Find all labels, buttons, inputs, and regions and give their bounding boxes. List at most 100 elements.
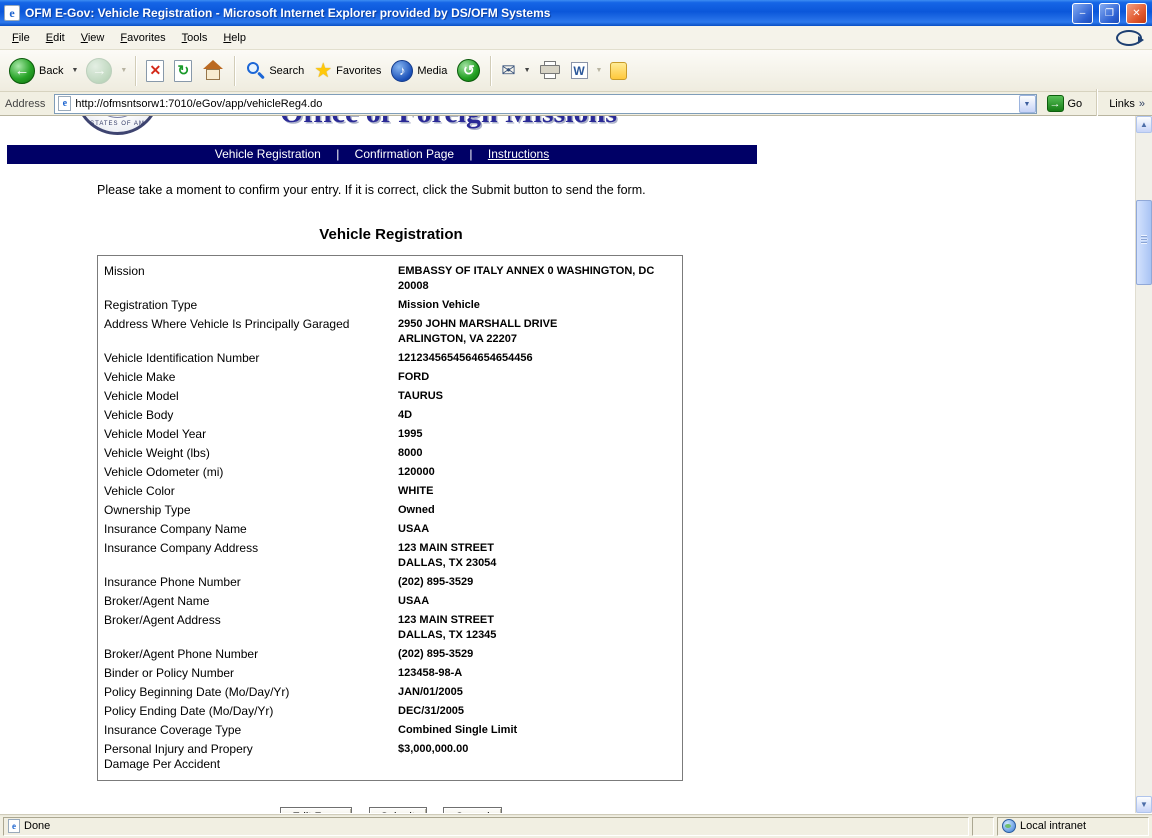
- back-button[interactable]: ← Back: [5, 55, 67, 87]
- scrollbar-track[interactable]: [1136, 133, 1152, 796]
- favorites-label: Favorites: [336, 65, 381, 77]
- status-spacer-panel: [972, 817, 994, 836]
- field-label: Policy Beginning Date (Mo/Day/Yr): [98, 685, 398, 700]
- address-url[interactable]: http://ofmsntsorw1:7010/eGov/app/vehicle…: [75, 98, 1014, 110]
- field-value: 120000: [398, 465, 682, 480]
- status-bar: e Done Local intranet: [0, 813, 1152, 838]
- stop-button[interactable]: ✕: [142, 57, 168, 85]
- forward-dropdown-icon[interactable]: ▼: [118, 67, 129, 74]
- table-row: Vehicle Body 4D: [98, 406, 682, 425]
- web-page: STATES OF AM Office of Foreign Missions …: [0, 116, 1135, 813]
- table-row: Insurance Phone Number (202) 895-3529: [98, 573, 682, 592]
- field-label: Vehicle Model: [98, 389, 398, 404]
- form-actions: Edit Form Submit Cancel: [0, 807, 782, 813]
- menu-item-view[interactable]: View: [73, 28, 113, 48]
- field-value: JAN/01/2005: [398, 685, 682, 700]
- search-icon: [245, 61, 265, 81]
- field-value: EMBASSY OF ITALY ANNEX 0 WASHINGTON, DC …: [398, 264, 682, 294]
- menu-item-favorites[interactable]: Favorites: [112, 28, 173, 48]
- history-button[interactable]: ↺: [453, 56, 484, 85]
- field-label: Registration Type: [98, 298, 398, 313]
- word-dropdown-icon: ▼: [594, 67, 605, 74]
- chevron-expand-icon[interactable]: »: [1139, 98, 1145, 110]
- table-row: Binder or Policy Number 123458-98-A: [98, 664, 682, 683]
- field-label: Insurance Phone Number: [98, 575, 398, 590]
- refresh-button[interactable]: ↻: [170, 57, 196, 85]
- site-title: Office of Foreign Missions: [280, 116, 617, 130]
- address-input[interactable]: e http://ofmsntsorw1:7010/eGov/app/vehic…: [54, 94, 1036, 114]
- minimize-button[interactable]: –: [1072, 3, 1093, 24]
- print-button[interactable]: [535, 58, 565, 83]
- field-label: Broker/Agent Name: [98, 594, 398, 609]
- close-button[interactable]: ✕: [1126, 3, 1147, 24]
- nav-item-confirmation-page[interactable]: Confirmation Page: [355, 147, 454, 161]
- messenger-button[interactable]: [606, 59, 631, 83]
- home-button[interactable]: [198, 57, 228, 84]
- refresh-icon: ↻: [174, 60, 192, 82]
- page-status-icon: e: [8, 819, 20, 833]
- submit-button[interactable]: Submit: [369, 807, 427, 813]
- menu-item-help[interactable]: Help: [215, 28, 254, 48]
- table-row: Vehicle Make FORD: [98, 368, 682, 387]
- menu-item-file[interactable]: File: [4, 28, 38, 48]
- table-row: Registration Type Mission Vehicle: [98, 296, 682, 315]
- scroll-down-button[interactable]: ▼: [1136, 796, 1152, 813]
- favorites-button[interactable]: ★ Favorites: [310, 58, 385, 84]
- field-label: Vehicle Model Year: [98, 427, 398, 442]
- field-value: (202) 895-3529: [398, 647, 682, 662]
- field-label: Broker/Agent Address: [98, 613, 398, 643]
- back-dropdown-icon[interactable]: ▼: [69, 67, 80, 74]
- nav-separator: |: [457, 147, 484, 161]
- field-value: $3,000,000.00: [398, 742, 682, 772]
- media-button[interactable]: ♪ Media: [387, 57, 451, 85]
- nav-item-instructions[interactable]: Instructions: [488, 147, 549, 161]
- restore-button[interactable]: ❐: [1099, 3, 1120, 24]
- standard-buttons-toolbar: ← Back ▼ → ▼ ✕ ↻ Search ★ Favorites ♪ Me…: [0, 50, 1152, 92]
- field-label: Insurance Company Name: [98, 522, 398, 537]
- search-button[interactable]: Search: [241, 58, 308, 84]
- go-button[interactable]: → Go: [1041, 94, 1089, 113]
- table-row: Insurance Company Address 123 MAIN STREE…: [98, 539, 682, 573]
- field-value: 123 MAIN STREET DALLAS, TX 12345: [398, 613, 682, 643]
- links-menu[interactable]: Links »: [1105, 98, 1149, 110]
- zone-label: Local intranet: [1020, 820, 1086, 832]
- forward-button[interactable]: →: [82, 55, 116, 87]
- back-icon: ←: [9, 58, 35, 84]
- field-value: 2950 JOHN MARSHALL DRIVE ARLINGTON, VA 2…: [398, 317, 682, 347]
- edit-form-button[interactable]: Edit Form: [280, 807, 352, 813]
- table-row: Broker/Agent Name USAA: [98, 592, 682, 611]
- page-doc-icon: e: [58, 96, 71, 111]
- stop-icon: ✕: [146, 60, 164, 82]
- mail-dropdown-icon[interactable]: ▼: [522, 67, 533, 74]
- field-label: Vehicle Body: [98, 408, 398, 423]
- field-label: Insurance Company Address: [98, 541, 398, 571]
- edit-with-word-button[interactable]: W: [567, 59, 592, 82]
- brand-icon: [1116, 30, 1142, 46]
- table-row: Address Where Vehicle Is Principally Gar…: [98, 315, 682, 349]
- browser-viewport: STATES OF AM Office of Foreign Missions …: [0, 116, 1152, 813]
- addressbar-separator: [1096, 89, 1097, 119]
- menu-item-edit[interactable]: Edit: [38, 28, 73, 48]
- field-label: Broker/Agent Phone Number: [98, 647, 398, 662]
- vertical-scrollbar[interactable]: ▲ ▼: [1135, 116, 1152, 813]
- field-value: DEC/31/2005: [398, 704, 682, 719]
- table-row: Insurance Company Name USAA: [98, 520, 682, 539]
- table-row: Personal Injury and Propery Damage Per A…: [98, 740, 682, 774]
- mail-button[interactable]: ✉: [497, 58, 519, 84]
- media-label: Media: [417, 65, 447, 77]
- address-label: Address: [3, 98, 50, 110]
- address-dropdown-button[interactable]: ▼: [1019, 95, 1036, 113]
- field-label: Insurance Coverage Type: [98, 723, 398, 738]
- window-title: OFM E-Gov: Vehicle Registration - Micros…: [25, 6, 1066, 20]
- field-value: 8000: [398, 446, 682, 461]
- cancel-button[interactable]: Cancel: [443, 807, 501, 813]
- menu-item-tools[interactable]: Tools: [174, 28, 216, 48]
- scroll-up-button[interactable]: ▲: [1136, 116, 1152, 133]
- vehicle-registration-summary-table: Mission EMBASSY OF ITALY ANNEX 0 WASHING…: [97, 255, 683, 781]
- page-title: Vehicle Registration: [0, 226, 782, 243]
- table-row: Vehicle Weight (lbs) 8000: [98, 444, 682, 463]
- scrollbar-thumb[interactable]: [1136, 200, 1152, 285]
- field-label: Personal Injury and Propery Damage Per A…: [98, 742, 398, 772]
- toolbar-separator: [490, 56, 491, 86]
- nav-item-vehicle-registration[interactable]: Vehicle Registration: [215, 147, 321, 161]
